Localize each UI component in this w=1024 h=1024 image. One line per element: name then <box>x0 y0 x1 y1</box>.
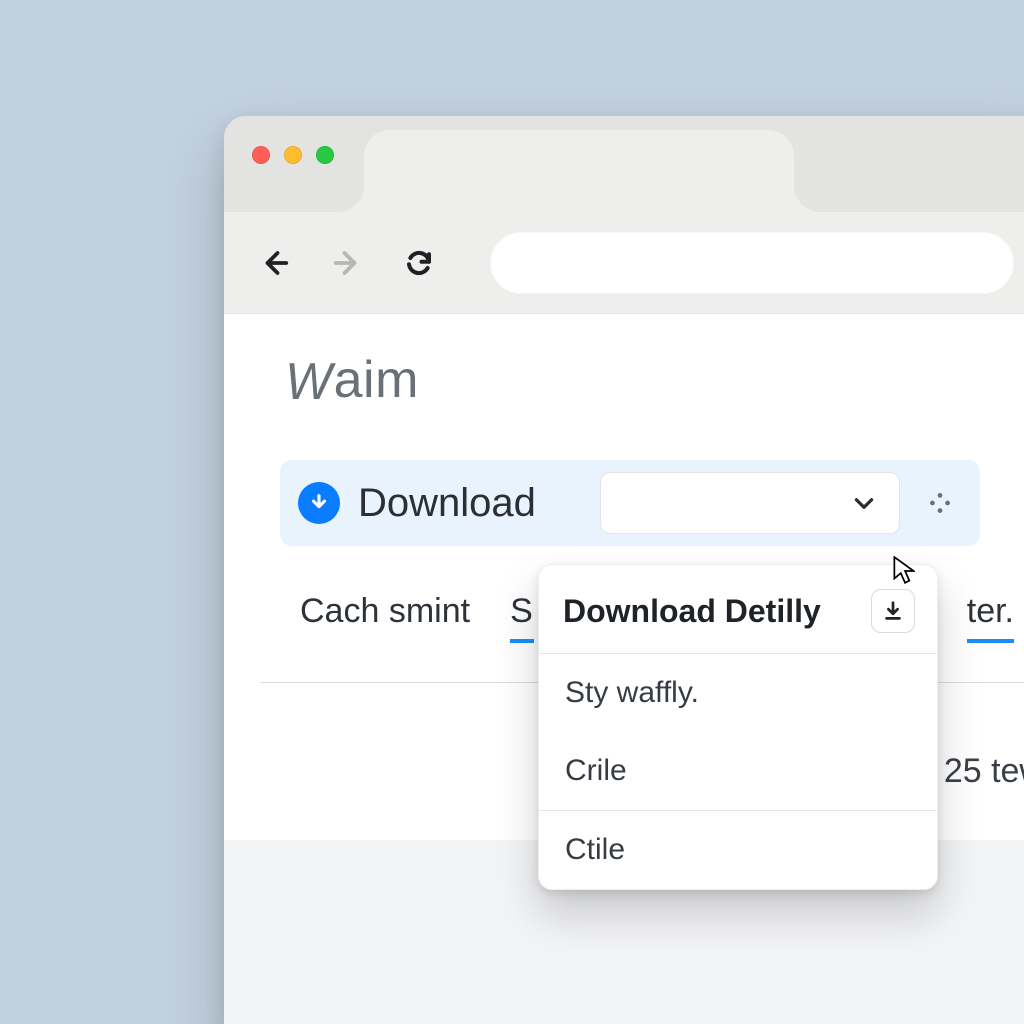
dots-icon <box>927 490 953 516</box>
window-close-button[interactable] <box>252 146 270 164</box>
download-label: Download <box>358 481 536 526</box>
browser-tab[interactable] <box>364 130 794 212</box>
download-circle-icon <box>298 482 340 524</box>
titlebar <box>224 116 1024 212</box>
menu-title: Download Detilly <box>563 593 821 630</box>
download-select[interactable] <box>600 472 900 534</box>
site-logo: WWaimaim <box>284 350 419 410</box>
download-file-button[interactable] <box>871 589 915 633</box>
tab-s[interactable]: S <box>510 592 534 643</box>
toolbar <box>224 212 1024 314</box>
forward-button <box>326 242 368 284</box>
row-count-text: 25 tew <box>944 752 1024 791</box>
menu-header: Download Detilly <box>539 565 937 653</box>
back-button[interactable] <box>254 242 296 284</box>
reload-icon <box>404 248 434 278</box>
reload-button[interactable] <box>398 242 440 284</box>
window-minimize-button[interactable] <box>284 146 302 164</box>
tab-cach-smint[interactable]: Cach smint <box>300 592 470 639</box>
window-zoom-button[interactable] <box>316 146 334 164</box>
address-bar[interactable] <box>490 232 1014 294</box>
traffic-lights <box>252 146 334 164</box>
download-bar: Download <box>280 460 980 546</box>
download-menu: Download Detilly Sty waffly. Crile Ctile <box>538 564 938 890</box>
arrow-right-icon <box>332 248 362 278</box>
menu-item-sty-waffly[interactable]: Sty waffly. <box>539 654 937 732</box>
menu-item-ctile[interactable]: Ctile <box>539 811 937 889</box>
chevron-down-icon <box>851 490 877 516</box>
browser-window: WWaimaim Download Cach smint S ter. 25 t… <box>224 116 1024 1024</box>
menu-item-crile[interactable]: Crile <box>539 732 937 810</box>
page-content: WWaimaim Download Cach smint S ter. 25 t… <box>224 314 1024 1024</box>
download-icon <box>882 600 904 622</box>
tab-ter[interactable]: ter. <box>967 592 1014 643</box>
more-options-button[interactable] <box>918 481 962 525</box>
arrow-left-icon <box>260 248 290 278</box>
